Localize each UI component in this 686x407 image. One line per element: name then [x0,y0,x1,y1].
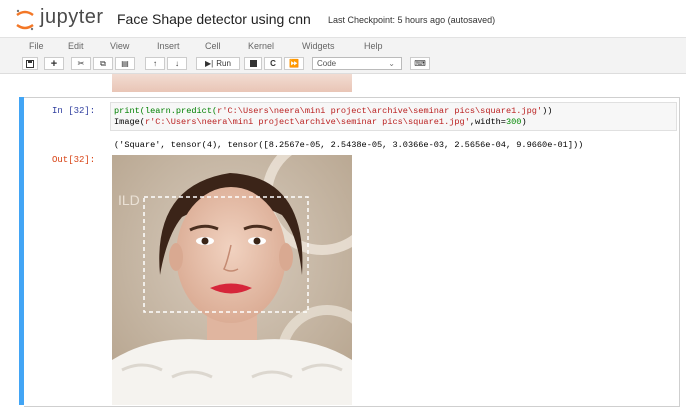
menu-view[interactable]: View [110,41,129,51]
restart-icon: C [270,59,276,68]
interrupt-button[interactable] [244,57,262,70]
stop-icon [249,60,257,67]
cell-type-value: Code [317,59,337,68]
keyboard-icon: ⌨ [414,59,426,68]
menu-edit[interactable]: Edit [68,41,84,51]
notebook-header: jupyter Face Shape detector using cnn La… [0,0,686,36]
output-prompt: Out[32]: [52,155,96,165]
copy-icon: ⧉ [100,58,106,68]
insert-cell-button[interactable]: + [44,57,64,70]
previous-output-image [112,74,352,92]
move-up-button[interactable]: ↑ [145,57,165,70]
paste-icon: ▤ [121,59,129,68]
menu-insert[interactable]: Insert [157,41,180,51]
paste-button[interactable]: ▤ [115,57,135,70]
save-icon [26,59,34,68]
checkpoint-status: Last Checkpoint: 5 hours ago (autosaved) [328,15,496,25]
notebook-title[interactable]: Face Shape detector using cnn [117,11,311,27]
run-button[interactable]: ▶| Run [196,57,240,70]
chevron-down-icon: ⌄ [388,59,395,68]
code-line-1[interactable]: print(learn.predict(r'C:\Users\neera\min… [114,106,552,116]
svg-text:ILD: ILD [118,192,140,208]
cut-button[interactable]: ✂ [71,57,91,70]
code-string: r'C:\Users\neera\mini project\archive\se… [217,106,543,116]
code-number: 300 [505,117,522,127]
code-line-2[interactable]: Image(r'C:\Users\neera\mini project\arch… [114,117,527,127]
menu-cell[interactable]: Cell [205,41,221,51]
scissors-icon: ✂ [77,59,85,68]
input-prompt: In [32]: [52,106,96,116]
menu-widgets[interactable]: Widgets [302,41,335,51]
menu-file[interactable]: File [29,41,44,51]
fast-forward-icon: ⏩ [289,59,299,68]
command-palette-button[interactable]: ⌨ [410,57,430,70]
code-paren: )) [542,106,553,116]
stdout-output: ('Square', tensor(4), tensor([8.2567e-05… [114,140,584,150]
output-portrait-image: ILD [112,155,352,405]
code-paren: ) [521,117,527,127]
run-label: Run [216,59,231,68]
move-down-button[interactable]: ↓ [167,57,187,70]
toolbar: + ✂ ⧉ ▤ ↑ ↓ ▶| Run C ⏩ Code ⌄ ⌨ [0,55,686,74]
cell-type-select[interactable]: Code ⌄ [312,57,402,70]
arrow-up-icon: ↑ [153,59,157,68]
menu-help[interactable]: Help [364,41,383,51]
restart-run-all-button[interactable]: ⏩ [284,57,304,70]
menu-kernel[interactable]: Kernel [248,41,274,51]
copy-button[interactable]: ⧉ [93,57,113,70]
code-fn-call: Image( [114,117,145,127]
restart-button[interactable]: C [264,57,282,70]
arrow-down-icon: ↓ [175,59,179,68]
run-icon: ▶| [205,59,214,68]
menu-bar: File Edit View Insert Cell Kernel Widget… [0,37,686,56]
code-string: r'C:\Users\neera\mini project\archive\se… [144,117,470,127]
code-arg: ,width= [469,117,506,127]
save-button[interactable] [22,57,38,70]
jupyter-logo-text[interactable]: jupyter [40,6,104,29]
plus-icon: + [50,57,58,70]
code-fn-call: print(learn.predict( [114,106,218,116]
jupyter-logo-icon [16,9,34,31]
